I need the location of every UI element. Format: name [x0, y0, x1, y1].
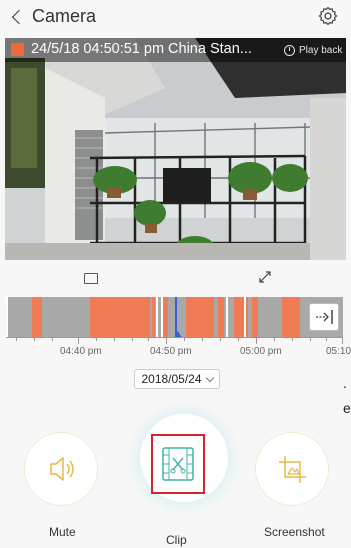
back-button[interactable]: Camera: [10, 6, 96, 27]
video-frame-image: [5, 38, 346, 260]
timeline-gap-line: [226, 297, 228, 337]
chevron-left-icon: [11, 9, 27, 24]
timeline-recording-segment: [152, 297, 155, 337]
timeline-gap-line: [244, 297, 246, 337]
playback-button[interactable]: Play back: [284, 45, 342, 56]
clock-icon: [284, 45, 295, 56]
timeline-recording-segment: [282, 297, 300, 337]
timeline-recording-segment: [32, 297, 42, 337]
date-value: 2018/05/24: [141, 372, 202, 386]
timeline-recording-segment: [163, 297, 168, 337]
crop-image-icon: [279, 456, 306, 483]
back-label: Camera: [32, 6, 97, 26]
clip-label: Clip: [166, 533, 187, 547]
timeline-gap-line: [161, 297, 163, 337]
clip-highlight-box: [151, 434, 205, 494]
mute-button[interactable]: [24, 432, 98, 506]
screenshot-button[interactable]: [255, 432, 329, 506]
edge-text: .: [343, 375, 347, 391]
video-controls-row: [0, 262, 351, 294]
timeline-recording-segment: [218, 297, 224, 337]
timeline-gap-line: [156, 297, 158, 337]
timeline-recording-segment: [90, 297, 150, 337]
video-timestamp: 24/5/18 04:50:51 pm China Stan...: [31, 41, 252, 57]
mute-label: Mute: [49, 525, 76, 539]
screenshot-label: Screenshot: [264, 525, 325, 539]
timeline-time-label: 05:10: [326, 346, 351, 357]
camera-video-feed[interactable]: 24/5/18 04:50:51 pm China Stan... Play b…: [5, 38, 346, 260]
timeline-time-label: 05:00 pm: [240, 346, 282, 357]
expand-icon[interactable]: [258, 270, 272, 284]
gear-icon[interactable]: [318, 6, 338, 26]
timeline-gap-line: [6, 297, 8, 337]
speaker-icon: [50, 457, 74, 481]
timeline-recording-segment: [186, 297, 214, 337]
timeline-recording-segment: [252, 297, 258, 337]
edge-text: e: [343, 400, 351, 416]
recording-icon: [11, 43, 24, 56]
timeline-time-label: 04:40 pm: [60, 346, 102, 357]
arrow-right-bar-icon: [316, 310, 333, 324]
jump-to-live-button[interactable]: [309, 303, 339, 331]
timeline-time-label: 04:50 pm: [150, 346, 192, 357]
timeline-ticks: [6, 337, 343, 344]
chevron-down-icon: [205, 373, 214, 382]
date-selector[interactable]: 2018/05/24: [134, 369, 220, 389]
rectangle-icon[interactable]: [84, 273, 98, 284]
playback-label: Play back: [299, 45, 343, 56]
